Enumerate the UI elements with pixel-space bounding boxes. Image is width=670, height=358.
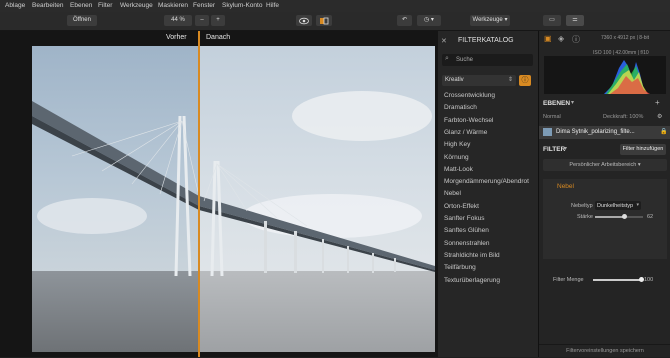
strength-slider[interactable]	[595, 214, 643, 219]
filter-chevron-icon[interactable]: ▾	[564, 145, 567, 152]
filter-list-item[interactable]: High Key	[444, 141, 470, 148]
search-placeholder: Suche	[456, 56, 474, 63]
tools-dropdown[interactable]: Werkzeuge ▾	[470, 15, 510, 26]
search-icon: ⌕	[445, 55, 449, 62]
strength-slider-knob[interactable]	[622, 214, 628, 219]
add-layer-icon[interactable]: +	[655, 98, 660, 107]
save-preset-button[interactable]: Filtervoreinstellungen speichern	[539, 344, 670, 358]
opacity-select[interactable]: Deckkraft: 100%	[603, 114, 643, 120]
filter-list-item[interactable]: Matt-Look	[444, 166, 473, 173]
blend-mode-select[interactable]: Normal	[543, 114, 561, 120]
filter-list-item[interactable]: Dramatisch	[444, 104, 477, 111]
layer-thumbnail	[543, 128, 552, 136]
layers-icon[interactable]: ◈	[558, 34, 564, 43]
close-icon[interactable]: ✕	[441, 37, 447, 45]
filter-amount-slider[interactable]	[593, 277, 644, 282]
adjustments-icon[interactable]: ⚌	[566, 15, 584, 26]
menu-hilfe[interactable]: Hilfe	[266, 2, 279, 9]
category-value: Kreativ	[445, 77, 464, 83]
history-icon[interactable]: ◷ ▾	[417, 15, 441, 26]
gear-icon[interactable]: ⚙	[657, 113, 662, 120]
preview-eye-icon[interactable]	[296, 15, 312, 26]
filter-list-item[interactable]: Sonnenstrahlen	[444, 240, 490, 247]
compare-icon[interactable]	[316, 15, 332, 26]
select-chevron-icon: ▾	[636, 202, 639, 208]
image-icon[interactable]: ▣	[544, 34, 552, 43]
category-select[interactable]: Kreativ ⇕	[442, 75, 516, 86]
menu-bar: Ablage Bearbeiten Ebenen Filter Werkzeug…	[0, 0, 670, 12]
menu-ebenen[interactable]: Ebenen	[70, 2, 92, 9]
right-panel: ▣ ◈ ⓘ 7360 x 4912 px | 8-bit ISO 100 | 4…	[538, 31, 670, 357]
menu-ablage[interactable]: Ablage	[5, 2, 25, 9]
layers-title: EBENEN	[543, 100, 571, 107]
image-dimensions: 7360 x 4912 px | 8-bit	[601, 35, 649, 41]
menu-bearbeiten[interactable]: Bearbeiten	[32, 2, 63, 9]
info-icon[interactable]: ⓘ	[519, 75, 531, 86]
tools-label: Werkzeuge	[472, 17, 503, 23]
search-input[interactable]: ⌕ Suche	[442, 54, 533, 66]
undo-icon[interactable]: ↶	[397, 15, 412, 26]
fog-type-value: Dunkelheitstyp	[597, 202, 634, 209]
menu-skylum-konto[interactable]: Skylum-Konto	[222, 2, 262, 9]
filter-list-item[interactable]: Texturüberlagerung	[444, 277, 500, 284]
open-button[interactable]: Öffnen	[67, 15, 97, 26]
layer-name: Dima Sytnik_polarizing_filte...	[556, 129, 635, 135]
menu-fenster[interactable]: Fenster	[193, 2, 215, 9]
filter-list-item[interactable]: Orton-Effekt	[444, 203, 479, 210]
filter-list-item[interactable]: Farbton-Wechsel	[444, 117, 493, 124]
layer-row[interactable]: Dima Sytnik_polarizing_filte... 🔒	[539, 126, 670, 139]
workspace-select[interactable]: Persönlicher Arbeitsbereich ▾	[543, 159, 667, 171]
add-filter-button[interactable]: Filter hinzufügen	[620, 144, 666, 155]
workspace-value: Persönlicher Arbeitsbereich	[569, 162, 637, 168]
menu-maskieren[interactable]: Maskieren	[158, 2, 188, 9]
strength-label: Stärke	[577, 214, 593, 220]
info-tab-icon[interactable]: ⓘ	[572, 34, 580, 45]
filter-amount-fill	[593, 279, 641, 281]
filter-amount-value: 100	[644, 277, 654, 283]
before-label: Vorher	[166, 34, 187, 41]
filter-list-item[interactable]: Körnung	[444, 154, 469, 161]
catalog-title: FILTERKATALOG	[458, 37, 514, 44]
photo-canvas[interactable]	[32, 46, 435, 352]
filter-list-item[interactable]: Crossentwicklung	[444, 92, 495, 99]
filter-list-item[interactable]: Morgendämmerung/Abendrot	[444, 178, 529, 185]
filter-list-item[interactable]: Sanfter Fokus	[444, 215, 484, 222]
filter-list-item[interactable]: Glanz / Wärme	[444, 129, 487, 136]
menu-werkzeuge[interactable]: Werkzeuge	[120, 2, 153, 9]
histogram	[544, 56, 666, 94]
compare-divider-handle[interactable]	[198, 31, 200, 357]
zoom-out-button[interactable]: –	[195, 15, 209, 26]
filter-list-item[interactable]: Sanftes Glühen	[444, 227, 489, 234]
filter-list-item[interactable]: Teilfärbung	[444, 264, 476, 271]
filter-list-item[interactable]: Nebel	[444, 190, 461, 197]
filter-catalog-panel: ✕ FILTERKATALOG ⌕ Suche Kreativ ⇕ ⓘ Cros…	[437, 31, 538, 357]
menu-filter[interactable]: Filter	[98, 2, 112, 9]
toolbar: Öffnen 44 % – + ↶ ◷ ▾ Werkzeuge ▾ ▭ ⚌	[0, 12, 670, 31]
filter-amount-knob[interactable]	[638, 277, 644, 282]
lock-icon[interactable]: 🔒	[660, 128, 667, 135]
layout-icon[interactable]: ▭	[543, 15, 561, 26]
filter-list-item[interactable]: Strahldichte im Bild	[444, 252, 500, 259]
strength-slider-fill	[595, 216, 625, 218]
zoom-select[interactable]: 44 %	[164, 15, 192, 26]
chevron-down-icon[interactable]: ▾	[571, 99, 574, 106]
filter-amount-label: Filter Menge	[553, 277, 584, 283]
active-filter-name[interactable]: Nebel	[557, 183, 574, 190]
after-label: Danach	[206, 34, 231, 41]
strength-value: 62	[647, 214, 654, 220]
zoom-in-button[interactable]: +	[211, 15, 225, 26]
fog-type-label: Nebeltyp	[571, 203, 593, 209]
chevron-up-down-icon: ⇕	[507, 77, 513, 83]
filter-title: FILTER	[543, 146, 566, 153]
fog-type-select[interactable]: Dunkelheitstyp ▾	[595, 201, 641, 210]
filter-card: Nebel Nebeltyp Dunkelheitstyp ▾ Stärke 6…	[543, 179, 667, 259]
